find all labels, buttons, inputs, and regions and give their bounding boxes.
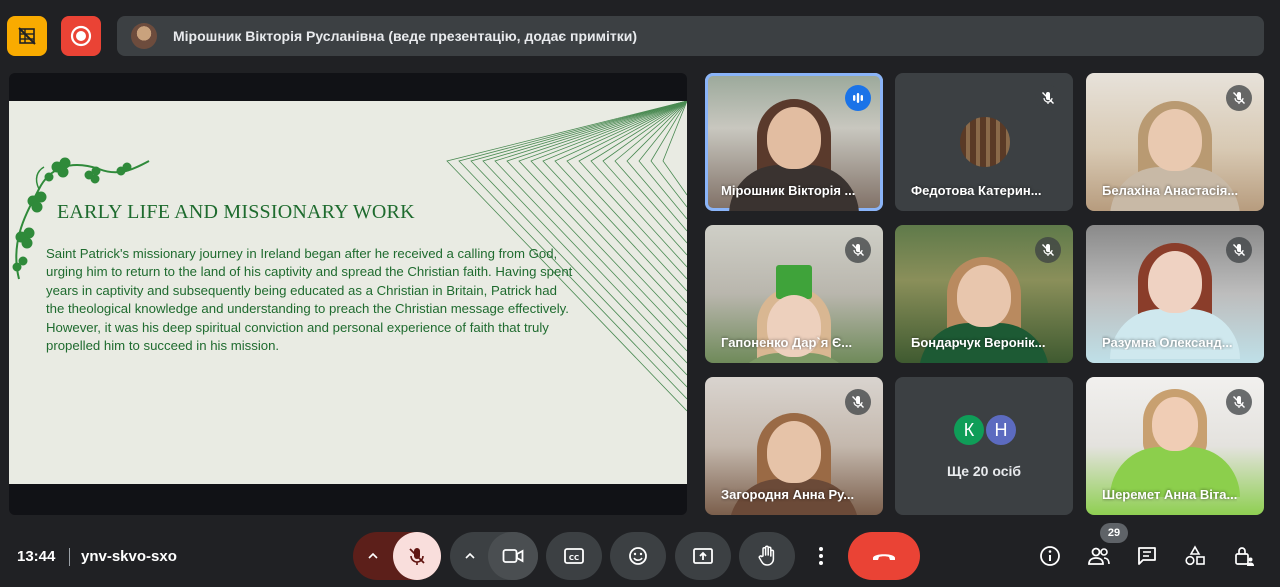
mic-off-icon [1042,92,1054,104]
presenter-text: Мірошник Вікторія Русланівна (веде презе… [173,28,637,44]
closed-captions-icon: CC [564,548,584,564]
present-screen-button[interactable] [675,532,731,580]
participant-tile[interactable]: Бондарчук Веронік... [895,225,1073,363]
participant-name: Белахіна Анастасія... [1102,183,1239,198]
participant-name: Разумна Олександ... [1102,335,1233,350]
participant-name: Бондарчук Веронік... [911,335,1046,350]
more-participants-tile[interactable]: К Н Ще 20 осіб [895,377,1073,515]
video-options-button[interactable] [450,532,490,580]
presenter-avatar [131,23,157,49]
clock: 13:44 [17,548,56,565]
camera-button[interactable] [488,532,538,580]
more-vert-icon [819,547,823,565]
audio-options-button[interactable] [353,532,393,580]
mic-off-badge [1035,85,1061,111]
meeting-details-button[interactable] [1030,532,1070,580]
mic-off-badge [1226,237,1252,263]
call-end-icon [873,554,895,560]
participant-tile[interactable]: Гапоненко Дар`я Є... [705,225,883,363]
slide-title: EARLY LIFE AND MISSIONARY WORK [57,201,415,223]
raise-hand-button[interactable] [739,532,795,580]
green-hat [776,265,812,299]
video-camera-icon [502,549,524,563]
more-options-button[interactable] [803,532,839,580]
participant-tile[interactable]: Мірошник Вікторія ... [705,73,883,211]
mic-off-icon [1233,92,1245,104]
shapes-icon [1185,545,1205,566]
participant-name: Шеремет Анна Віта... [1102,487,1238,502]
lock-person-icon [1235,547,1254,566]
mic-off-badge [1226,389,1252,415]
speaking-indicator [845,85,871,111]
participant-name: Гапоненко Дар`я Є... [721,335,853,350]
mic-off-icon [409,548,425,565]
mic-off-icon [1042,244,1054,256]
participant-tile[interactable]: Белахіна Анастасія... [1086,73,1264,211]
activities-button[interactable] [1175,532,1215,580]
avatar: Н [984,413,1018,447]
bottom-bar: 13:44 ynv-skvo-sxo CC [0,520,1280,587]
recording-button[interactable] [61,16,101,56]
info-icon [1040,546,1060,566]
meeting-code: ynv-skvo-sxo [81,548,177,565]
mic-off-icon [1233,396,1245,408]
mic-off-icon [1233,244,1245,256]
participant-avatar [958,115,1012,169]
captions-button[interactable]: CC [546,532,602,580]
slide: EARLY LIFE AND MISSIONARY WORK Saint Pat… [9,101,687,484]
mute-button[interactable] [393,532,441,580]
slide-body-text: Saint Patrick's missionary journey in Ir… [46,246,573,354]
participant-name: Федотова Катерин... [911,183,1042,198]
chevron-up-icon [368,552,378,559]
host-controls-button[interactable] [1224,532,1264,580]
svg-text:CC: CC [569,554,579,562]
mic-off-icon [852,396,864,408]
microphone-control [353,532,441,580]
hide-self-view-button[interactable] [7,16,47,56]
mic-off-icon [852,244,864,256]
chat-icon [1138,547,1156,565]
more-avatars: К Н [952,413,1018,447]
top-bar: Мірошник Вікторія Русланівна (веде презе… [0,0,1280,70]
grid-off-icon [18,27,36,45]
participant-tile[interactable]: Разумна Олександ... [1086,225,1264,363]
participant-tile[interactable]: Шеремет Анна Віта... [1086,377,1264,515]
leave-call-button[interactable] [848,532,920,580]
participant-tile[interactable]: Федотова Катерин... [895,73,1073,211]
people-icon [1088,547,1110,565]
mic-off-badge [845,389,871,415]
mic-off-badge [1226,85,1252,111]
participant-video [1110,389,1240,497]
audio-level-icon [853,93,863,103]
record-icon [70,25,92,47]
divider [69,548,70,566]
chat-button[interactable] [1127,532,1167,580]
camera-control [450,532,538,580]
reactions-button[interactable] [610,532,666,580]
participant-name: Загородня Анна Ру... [721,487,855,502]
mic-off-badge [845,237,871,263]
more-participants-label: Ще 20 осіб [946,463,1022,479]
presenter-banner: Мірошник Вікторія Русланівна (веде презе… [117,16,1264,56]
present-screen-icon [693,548,713,564]
emoji-icon [629,547,647,565]
participant-tile[interactable]: Загородня Анна Ру... [705,377,883,515]
participant-name: Мірошник Вікторія ... [721,183,856,198]
participant-count-badge: 29 [1100,523,1128,543]
mic-off-badge [1035,237,1061,263]
hand-icon [758,545,775,566]
avatar: К [952,413,986,447]
chevron-up-icon [465,552,475,559]
presentation-area[interactable]: EARLY LIFE AND MISSIONARY WORK Saint Pat… [9,73,687,515]
